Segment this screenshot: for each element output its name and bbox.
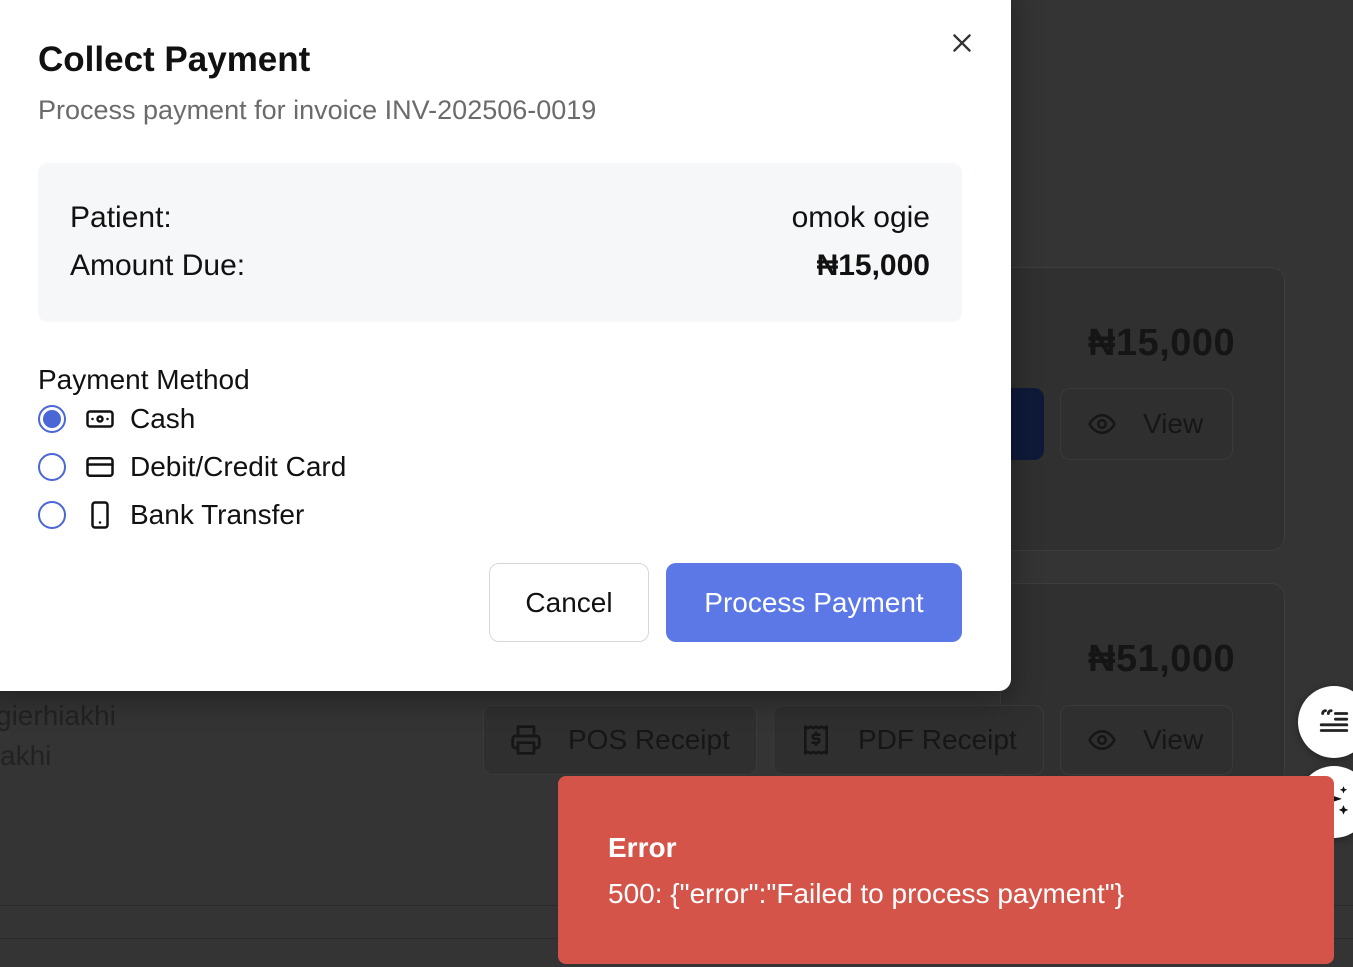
payment-option-label: Bank Transfer bbox=[130, 499, 305, 530]
printer-icon bbox=[511, 725, 541, 755]
invoice-1-amount: ₦15,000 bbox=[1088, 322, 1236, 364]
view-label: View bbox=[1143, 724, 1204, 755]
quote-widget-button[interactable] bbox=[1298, 686, 1353, 758]
radio-button[interactable] bbox=[38, 405, 66, 433]
error-toast[interactable]: Error 500: {"error":"Failed to process p… bbox=[558, 776, 1334, 964]
view-invoice-1-button[interactable]: View bbox=[1060, 388, 1233, 460]
patient-name-partial: gierhiakhi bbox=[0, 700, 116, 731]
cancel-button[interactable]: Cancel bbox=[489, 563, 649, 642]
collect-payment-modal: Collect Payment Process payment for invo… bbox=[0, 0, 1011, 691]
payment-option-label: Cash bbox=[130, 403, 196, 434]
invoice-2-amount: ₦51,000 bbox=[1088, 638, 1236, 680]
close-icon[interactable] bbox=[949, 30, 975, 56]
receipt-icon bbox=[804, 725, 828, 755]
pos-receipt-label: POS Receipt bbox=[568, 724, 730, 755]
pdf-receipt-button[interactable]: PDF Receipt bbox=[773, 705, 1044, 775]
view-invoice-2-button[interactable]: View bbox=[1060, 705, 1233, 775]
patient-value: omok ogie bbox=[791, 201, 930, 234]
eye-icon bbox=[1088, 730, 1116, 750]
modal-subtitle: Process payment for invoice INV-202506-0… bbox=[38, 95, 597, 125]
quote-list-icon bbox=[1319, 709, 1349, 732]
payment-option-cash[interactable]: Cash bbox=[38, 402, 195, 436]
patient-name-partial-2: akhi bbox=[0, 740, 52, 771]
toast-message: 500: {"error":"Failed to process payment… bbox=[608, 878, 1125, 909]
cash-icon bbox=[84, 403, 116, 435]
amount-due-label: Amount Due: bbox=[70, 249, 246, 282]
pos-receipt-button[interactable]: POS Receipt bbox=[483, 705, 757, 775]
payment-option-bank-transfer[interactable]: Bank Transfer bbox=[38, 498, 304, 532]
modal-title: Collect Payment bbox=[38, 40, 311, 79]
process-payment-button[interactable]: Process Payment bbox=[666, 563, 962, 642]
pdf-receipt-label: PDF Receipt bbox=[858, 724, 1017, 755]
toast-title: Error bbox=[608, 832, 677, 863]
radio-button[interactable] bbox=[38, 453, 66, 481]
payment-option-card[interactable]: Debit/Credit Card bbox=[38, 450, 346, 484]
payment-summary: Patient: omok ogie Amount Due: ₦15,000 bbox=[38, 163, 962, 322]
view-label: View bbox=[1143, 408, 1204, 439]
payment-option-label: Debit/Credit Card bbox=[130, 451, 347, 482]
smartphone-icon bbox=[84, 499, 116, 531]
radio-button[interactable] bbox=[38, 501, 66, 529]
credit-card-icon bbox=[84, 451, 116, 483]
patient-label: Patient: bbox=[70, 201, 172, 234]
payment-method-label: Payment Method bbox=[38, 364, 250, 395]
amount-due-value: ₦15,000 bbox=[816, 249, 930, 282]
eye-icon bbox=[1088, 414, 1116, 434]
